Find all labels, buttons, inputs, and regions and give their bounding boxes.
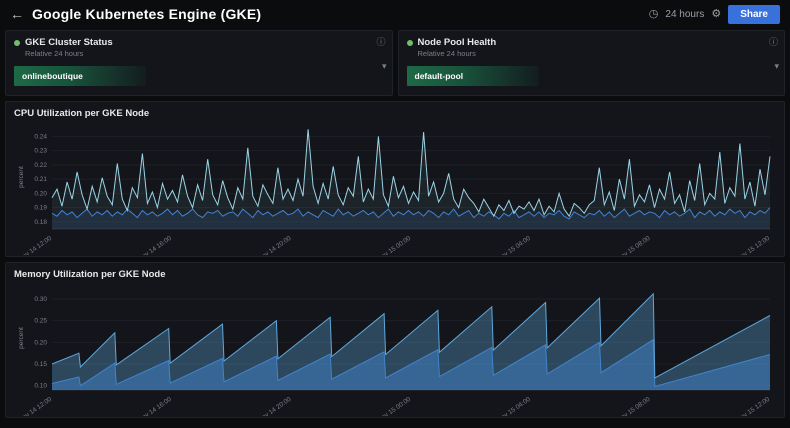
svg-text:0.15: 0.15 xyxy=(34,361,47,368)
panel-title: GKE Cluster Status xyxy=(25,37,113,48)
memory-utilization-panel: Memory Utilization per GKE Node 0.10 0.15… xyxy=(5,262,785,418)
back-icon[interactable]: ← xyxy=(10,6,24,22)
page-title: Google Kubernetes Engine (GKE) xyxy=(32,6,261,22)
cpu-chart-title: CPU Utilization per GKE Node xyxy=(14,108,776,119)
dashboard-header: ← Google Kubernetes Engine (GKE) ◷ 24 ho… xyxy=(0,0,790,28)
memory-chart-title: Memory Utilization per GKE Node xyxy=(14,269,776,280)
svg-text:0.23: 0.23 xyxy=(34,148,47,155)
svg-text:Nov 14 16:00: Nov 14 16:00 xyxy=(137,396,173,416)
svg-text:0.22: 0.22 xyxy=(34,162,47,169)
svg-text:0.24: 0.24 xyxy=(34,133,47,140)
cpu-utilization-panel: CPU Utilization per GKE Node 0.18 0.19 0.2… xyxy=(5,101,785,257)
gear-icon[interactable]: ⚙ xyxy=(711,9,721,20)
svg-text:0.30: 0.30 xyxy=(34,296,47,303)
svg-text:Nov 15 08:00: Nov 15 08:00 xyxy=(616,396,652,416)
svg-text:Nov 15 04:00: Nov 15 04:00 xyxy=(496,235,532,255)
status-dot xyxy=(14,40,20,46)
node-pool-value-cell[interactable]: default-pool xyxy=(407,66,539,86)
chevron-down-icon[interactable]: ▾ xyxy=(382,61,387,72)
svg-text:Nov 15 00:00: Nov 15 00:00 xyxy=(376,396,412,416)
panel-subtitle: Relative 24 hours xyxy=(418,49,497,58)
svg-text:Nov 15 00:00: Nov 15 00:00 xyxy=(376,235,412,255)
panel-subtitle: Relative 24 hours xyxy=(25,49,113,58)
svg-text:0.20: 0.20 xyxy=(34,339,47,346)
svg-text:percent: percent xyxy=(18,166,25,188)
svg-text:Nov 14 20:00: Nov 14 20:00 xyxy=(257,235,293,255)
stat-panels-row: GKE Cluster Status Relative 24 hours ⓘ o… xyxy=(5,30,785,96)
panel-title: Node Pool Health xyxy=(418,37,497,48)
svg-text:Nov 14 16:00: Nov 14 16:00 xyxy=(137,235,173,255)
info-icon[interactable]: ⓘ xyxy=(769,35,778,48)
clock-icon[interactable]: ◷ xyxy=(649,9,659,20)
svg-text:0.21: 0.21 xyxy=(34,176,47,183)
svg-text:Nov 15 12:00: Nov 15 12:00 xyxy=(735,235,771,255)
svg-text:0.25: 0.25 xyxy=(34,318,47,325)
svg-text:Nov 14 20:00: Nov 14 20:00 xyxy=(257,396,293,416)
svg-text:Nov 15 12:00: Nov 15 12:00 xyxy=(735,396,771,416)
svg-text:Nov 15 08:00: Nov 15 08:00 xyxy=(616,235,652,255)
svg-text:Nov 15 04:00: Nov 15 04:00 xyxy=(496,396,532,416)
svg-text:0.19: 0.19 xyxy=(34,205,47,212)
svg-text:Nov 14 12:00: Nov 14 12:00 xyxy=(17,235,53,255)
status-dot xyxy=(407,40,413,46)
memory-chart[interactable]: 0.10 0.15 0.20 0.25 0.30 Nov 14 12:00 Nov 14 1… xyxy=(14,282,776,416)
svg-text:0.18: 0.18 xyxy=(34,219,47,226)
share-button[interactable]: Share xyxy=(728,5,780,24)
chevron-down-icon[interactable]: ▾ xyxy=(774,61,779,72)
gke-cluster-status-panel: GKE Cluster Status Relative 24 hours ⓘ o… xyxy=(5,30,393,96)
svg-text:0.10: 0.10 xyxy=(34,383,47,390)
cpu-chart[interactable]: 0.18 0.19 0.20 0.21 0.22 0.23 0.24 Nov 14 12:00… xyxy=(14,121,776,255)
svg-text:Nov 14 12:00: Nov 14 12:00 xyxy=(17,396,53,416)
svg-text:0.20: 0.20 xyxy=(34,190,47,197)
svg-text:percent: percent xyxy=(18,327,25,349)
time-range-picker[interactable]: 24 hours xyxy=(665,9,704,20)
cluster-value-cell[interactable]: onlineboutique xyxy=(14,66,146,86)
node-pool-health-panel: Node Pool Health Relative 24 hours ⓘ def… xyxy=(398,30,786,96)
info-icon[interactable]: ⓘ xyxy=(376,35,385,48)
